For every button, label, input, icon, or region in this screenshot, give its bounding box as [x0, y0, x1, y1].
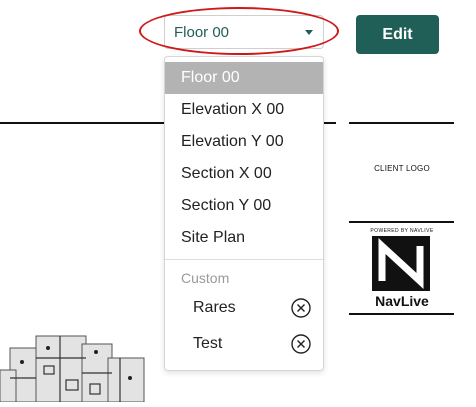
floor-select[interactable]: Floor 00 [164, 15, 324, 49]
option-section-x-00[interactable]: Section X 00 [165, 158, 323, 190]
option-site-plan[interactable]: Site Plan [165, 222, 323, 254]
divider-right-bottom [349, 313, 454, 315]
navlive-wordmark: NavLive [375, 293, 429, 309]
remove-circle-x-icon[interactable] [291, 334, 311, 354]
floor-plan-drawing[interactable] [0, 318, 150, 403]
option-elevation-x-00[interactable]: Elevation X 00 [165, 94, 323, 126]
custom-option-test[interactable]: Test [165, 326, 323, 362]
divider-middle [322, 122, 336, 124]
floor-select-value: Floor 00 [174, 23, 230, 41]
chevron-down-icon [305, 30, 313, 35]
custom-option-label: Rares [193, 299, 236, 316]
powered-by-label: POWERED BY NAVLIVE [370, 228, 434, 234]
edit-button[interactable]: Edit [356, 15, 439, 54]
floor-dropdown-menu: Floor 00 Elevation X 00 Elevation Y 00 S… [164, 56, 324, 371]
option-section-y-00[interactable]: Section Y 00 [165, 190, 323, 222]
divider-right-top [349, 122, 454, 124]
option-floor-00[interactable]: Floor 00 [165, 62, 323, 94]
client-logo-placeholder: CLIENT LOGO [374, 164, 430, 173]
divider-left [0, 122, 166, 124]
custom-option-label: Test [193, 335, 223, 352]
custom-group-label: Custom [181, 270, 230, 286]
navlive-logo-icon [372, 236, 430, 291]
custom-option-rares[interactable]: Rares [165, 290, 323, 326]
option-elevation-y-00[interactable]: Elevation Y 00 [165, 126, 323, 158]
divider-right-mid [349, 221, 454, 223]
menu-divider [165, 259, 323, 260]
remove-circle-x-icon[interactable] [291, 298, 311, 318]
